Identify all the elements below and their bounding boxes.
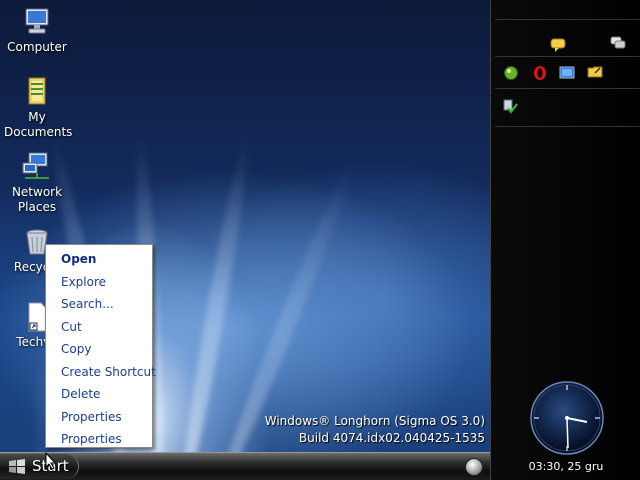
- documents-folder-icon: [28, 77, 46, 105]
- screen-icon[interactable]: [559, 65, 575, 81]
- menu-item-cut[interactable]: Cut: [46, 316, 152, 339]
- mouse-cursor-icon: [45, 452, 57, 470]
- opera-icon[interactable]: [532, 65, 548, 81]
- desktop-icon-label: My Documents: [4, 110, 73, 139]
- windows-logo-icon: [9, 459, 25, 474]
- messenger-icon[interactable]: [610, 35, 626, 51]
- sidebar-divider: [495, 88, 640, 89]
- sidebar: 03:30, 25 gru: [490, 0, 640, 480]
- desktop-icon-network-places[interactable]: Network Places: [0, 151, 77, 215]
- menu-item-open[interactable]: Open: [46, 248, 152, 271]
- tray-orb-icon[interactable]: [465, 458, 483, 476]
- desktop[interactable]: Computer My Documents Network Places Rec…: [0, 0, 490, 452]
- sidebar-divider: [495, 56, 640, 57]
- network-icon: [22, 152, 49, 179]
- chat-bubble-icon[interactable]: [550, 37, 566, 53]
- clock-minute-hand: [566, 417, 569, 449]
- computer-icon: [25, 8, 49, 34]
- clock-date-text: 03:30, 25 gru: [528, 460, 604, 473]
- menu-item-properties[interactable]: Properties: [46, 428, 152, 451]
- desktop-icon-computer[interactable]: Computer: [0, 6, 77, 55]
- sidebar-divider: [495, 126, 640, 127]
- start-button[interactable]: Start: [0, 454, 79, 479]
- light-ray: [175, 135, 256, 452]
- desktop-icon-label: Network Places: [11, 185, 63, 214]
- analog-clock[interactable]: [529, 380, 605, 456]
- desktop-icon-my-documents[interactable]: My Documents: [0, 76, 77, 140]
- menu-item-delete[interactable]: Delete: [46, 383, 152, 406]
- desktop-icon-label: Computer: [7, 40, 67, 54]
- menu-item-create-shortcut[interactable]: Create Shortcut: [46, 361, 156, 384]
- security-check-icon[interactable]: [502, 98, 518, 114]
- taskbar: Start: [0, 452, 490, 480]
- menu-item-copy[interactable]: Copy: [46, 338, 152, 361]
- build-watermark: Windows® Longhorn (Sigma OS 3.0) Build 4…: [265, 413, 485, 447]
- menu-item-search[interactable]: Search...: [46, 293, 152, 316]
- watermark-line: Windows® Longhorn (Sigma OS 3.0): [264, 414, 485, 428]
- menu-item-explore[interactable]: Explore: [46, 271, 152, 294]
- menu-item-properties[interactable]: Properties: [46, 406, 152, 429]
- sidebar-divider: [495, 19, 640, 20]
- context-menu: Open Explore Search... Cut Copy Create S…: [45, 244, 156, 451]
- watermark-line: Build 4074.idx02.040425-1535: [298, 431, 485, 445]
- folder-note-icon[interactable]: [587, 64, 603, 80]
- green-orb-icon[interactable]: [503, 65, 519, 81]
